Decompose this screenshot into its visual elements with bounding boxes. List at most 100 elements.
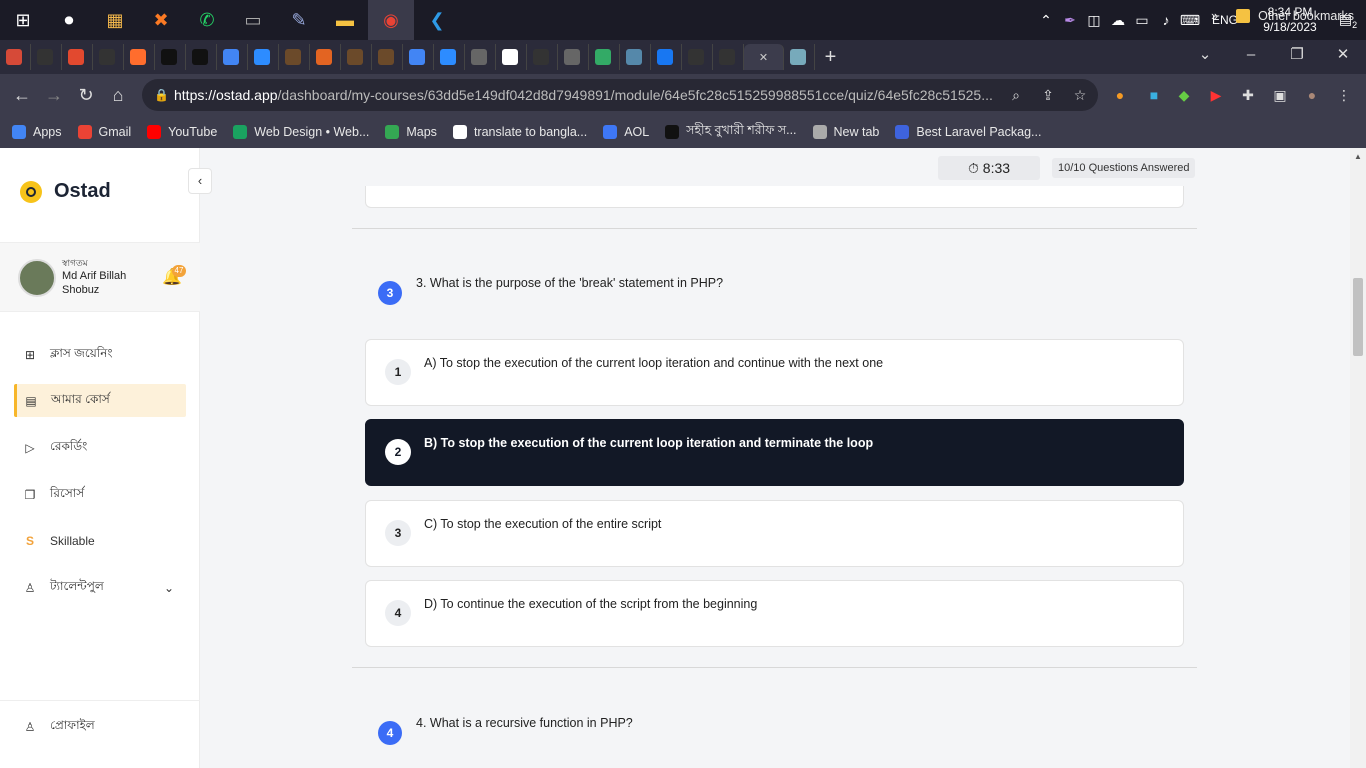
sidebar-item-resource[interactable]: ❐ রিসোর্স xyxy=(14,478,186,511)
bookmark-item[interactable]: New tab xyxy=(812,125,879,139)
bookmark-item[interactable]: সহীহ বুখারী শরীফ স... xyxy=(665,122,797,142)
sidebar-item-skillable[interactable]: S Skillable xyxy=(14,524,186,557)
extension-icon[interactable]: ◆ xyxy=(1172,82,1196,108)
extensions-puzzle-icon[interactable]: ✚ xyxy=(1236,82,1260,108)
browser-tab[interactable] xyxy=(93,44,124,70)
browser-tab[interactable] xyxy=(434,44,465,70)
chevron-down-icon[interactable]: ⌄ xyxy=(164,581,174,595)
browser-tab[interactable] xyxy=(403,44,434,70)
reload-icon[interactable]: ↻ xyxy=(70,85,102,106)
bookmarks-more-icon[interactable]: » xyxy=(1211,9,1218,23)
bookmark-item[interactable]: YouTube xyxy=(147,125,217,139)
notepad-icon[interactable]: ✎ xyxy=(276,0,322,40)
url-bar[interactable]: 🔒 https://ostad.app/dashboard/my-courses… xyxy=(142,79,1098,111)
browser-tab-active[interactable]: ✕ xyxy=(744,44,784,70)
tab-search-icon[interactable]: ⌄ xyxy=(1182,40,1228,70)
browser-tab[interactable] xyxy=(62,44,93,70)
vscode-icon[interactable]: ❮ xyxy=(414,0,460,40)
side-panel-icon[interactable]: ▣ xyxy=(1268,82,1292,108)
bookmark-item[interactable]: AOL xyxy=(603,125,649,139)
share-icon[interactable]: ⇪ xyxy=(1036,82,1060,108)
scrollbar-thumb[interactable] xyxy=(1353,278,1363,356)
browser-tab[interactable] xyxy=(527,44,558,70)
sidebar-item-recording[interactable]: ▷ রেকর্ডিং xyxy=(14,431,186,464)
browser-tab[interactable] xyxy=(124,44,155,70)
profile-avatar-icon[interactable]: ● xyxy=(1300,82,1324,108)
windows-start-icon[interactable]: ⊞ xyxy=(0,0,46,40)
browser-tab[interactable] xyxy=(558,44,589,70)
bookmark-item[interactable]: Gmail xyxy=(77,125,131,139)
answer-option[interactable]: 1 A) To stop the execution of the curren… xyxy=(365,339,1184,406)
browser-tab[interactable] xyxy=(0,44,31,70)
files-icon[interactable]: ▭ xyxy=(230,0,276,40)
browser-tab[interactable] xyxy=(248,44,279,70)
browser-tab[interactable] xyxy=(682,44,713,70)
browser-tab[interactable] xyxy=(217,44,248,70)
other-bookmarks[interactable]: Other bookmarks xyxy=(1258,9,1354,23)
minimize-icon[interactable]: – xyxy=(1228,40,1274,70)
home-icon[interactable]: ⌂ xyxy=(102,85,134,106)
sidebar-item-class-joining[interactable]: ⊞ ক্লাস জয়েনিং xyxy=(14,338,186,371)
previous-option-card[interactable] xyxy=(365,186,1184,208)
bookmark-star-icon[interactable]: ☆ xyxy=(1068,82,1092,108)
extension-icon[interactable]: ● xyxy=(1108,82,1132,108)
back-icon[interactable]: ← xyxy=(6,85,38,106)
sidebar-item-talentpool[interactable]: ♙ ট্যালেন্টপুল ⌄ xyxy=(14,571,186,604)
page-scrollbar[interactable]: ▲ xyxy=(1350,148,1366,768)
chevron-up-icon[interactable]: ⌃ xyxy=(1034,12,1058,29)
answer-option[interactable]: 4 D) To continue the execution of the sc… xyxy=(365,580,1184,647)
brand-logo[interactable]: Ostad xyxy=(20,180,111,203)
browser-tab[interactable] xyxy=(155,44,186,70)
obs-icon[interactable]: ⏺ xyxy=(46,0,92,40)
user-panel: স্বাগতম Md Arif Billah Shobuz 🔔 47 xyxy=(0,242,200,312)
browser-tab[interactable] xyxy=(713,44,744,70)
close-icon[interactable]: ✕ xyxy=(759,51,768,64)
new-tab-button[interactable]: + xyxy=(815,44,846,70)
feather-icon[interactable]: ✒ xyxy=(1058,12,1082,29)
window-close-icon[interactable]: ✕ xyxy=(1320,40,1366,70)
avatar[interactable] xyxy=(18,259,56,297)
browser-tab[interactable] xyxy=(341,44,372,70)
forward-icon[interactable]: → xyxy=(38,85,70,106)
xampp-icon[interactable]: ✖ xyxy=(138,0,184,40)
extension-icon[interactable]: ▶ xyxy=(1204,82,1228,108)
browser-tab[interactable] xyxy=(186,44,217,70)
volume-icon[interactable]: ♪ xyxy=(1154,12,1178,28)
browser-tab[interactable] xyxy=(496,44,527,70)
store-icon[interactable]: ▦ xyxy=(92,0,138,40)
meet-icon[interactable]: ◫ xyxy=(1082,12,1106,29)
bookmark-item[interactable]: Maps xyxy=(385,125,437,139)
restore-icon[interactable]: ❐ xyxy=(1274,40,1320,70)
chrome-icon[interactable]: ◉ xyxy=(368,0,414,40)
sidebar-item-profile[interactable]: ♙ প্রোফাইল xyxy=(14,710,186,743)
collapse-sidebar-button[interactable]: ‹ xyxy=(188,168,212,194)
browser-tab[interactable] xyxy=(784,44,815,70)
whatsapp-icon[interactable]: ✆ xyxy=(184,0,230,40)
network-icon[interactable]: ▭ xyxy=(1130,12,1154,29)
browser-tab[interactable] xyxy=(589,44,620,70)
browser-tab[interactable] xyxy=(279,44,310,70)
keyboard-icon[interactable]: ⌨ xyxy=(1178,12,1202,29)
lock-icon[interactable]: 🔒 xyxy=(154,79,169,111)
bookmark-label: translate to bangla... xyxy=(473,125,588,139)
answer-option[interactable]: 3 C) To stop the execution of the entire… xyxy=(365,500,1184,567)
extension-icon[interactable]: ■ xyxy=(1142,82,1166,108)
scroll-up-icon[interactable]: ▲ xyxy=(1354,152,1362,161)
bookmark-item[interactable]: Web Design • Web... xyxy=(233,125,369,139)
browser-tab[interactable] xyxy=(651,44,682,70)
notification-badge: 47 xyxy=(172,265,186,277)
bookmark-item[interactable]: Best Laravel Packag... xyxy=(895,125,1041,139)
browser-tab[interactable] xyxy=(310,44,341,70)
browser-tab[interactable] xyxy=(620,44,651,70)
browser-tab[interactable] xyxy=(31,44,62,70)
bookmark-item[interactable]: Apps xyxy=(12,125,62,139)
zoom-icon[interactable]: ⌕ xyxy=(1004,82,1028,108)
answer-option-selected[interactable]: 2 B) To stop the execution of the curren… xyxy=(365,419,1184,486)
bookmark-item[interactable]: translate to bangla... xyxy=(452,125,588,139)
cloud-icon[interactable]: ☁ xyxy=(1106,12,1130,29)
browser-tab[interactable] xyxy=(372,44,403,70)
chrome-menu-icon[interactable]: ⋮ xyxy=(1332,82,1356,108)
browser-tab[interactable] xyxy=(465,44,496,70)
explorer-icon[interactable]: ▬ xyxy=(322,0,368,40)
sidebar-item-my-courses[interactable]: ▤ আমার কোর্স xyxy=(14,384,186,417)
